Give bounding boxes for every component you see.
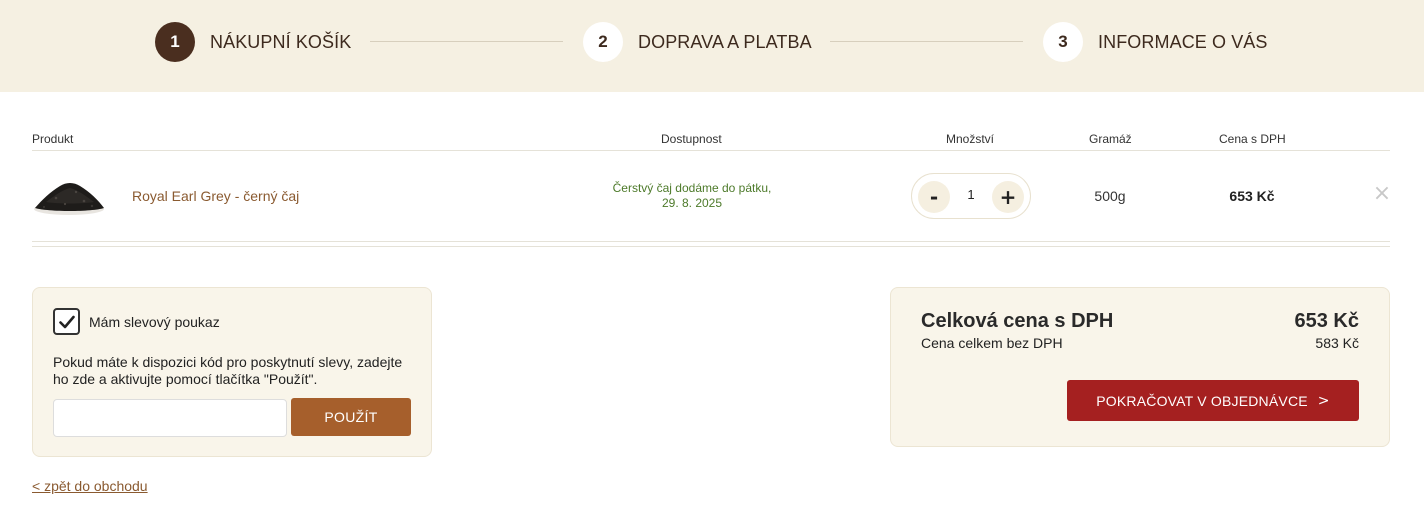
voucher-checkbox[interactable] <box>53 308 80 335</box>
table-row: Royal Earl Grey - černý čaj Čerstvý čaj … <box>32 151 1392 242</box>
header-weight: Gramáž <box>1089 132 1132 146</box>
checkmark-icon <box>58 315 75 328</box>
voucher-checkbox-label: Mám slevový poukaz <box>89 314 220 330</box>
increase-quantity-button[interactable]: + <box>992 181 1024 213</box>
step-cart[interactable]: 1 NÁKUPNÍ KOŠÍK <box>155 22 351 62</box>
chevron-right-icon: > <box>1317 392 1330 409</box>
back-to-shop-link[interactable]: < zpět do obchodu <box>32 478 148 494</box>
step-label: DOPRAVA A PLATBA <box>638 31 812 52</box>
step-number: 2 <box>583 22 623 62</box>
voucher-box: Mám slevový poukaz Pokud máte k dispozic… <box>32 287 432 457</box>
header-product: Produkt <box>32 132 74 146</box>
apply-voucher-button[interactable]: POUŽÍT <box>291 398 411 436</box>
divider <box>32 246 1390 247</box>
product-price: 653 Kč <box>1229 188 1275 204</box>
step-label: NÁKUPNÍ KOŠÍK <box>210 31 352 52</box>
step-customer-info[interactable]: 3 INFORMACE O VÁS <box>1043 22 1268 62</box>
step-number: 3 <box>1043 22 1083 62</box>
availability-text: Čerstvý čaj dodáme do pátku, 29. 8. 2025 <box>592 181 792 211</box>
step-divider <box>370 41 563 42</box>
quantity-input[interactable] <box>952 187 990 202</box>
subtotal-price: 583 Kč <box>1315 335 1359 351</box>
product-weight: 500g <box>1094 188 1126 204</box>
availability-line: Čerstvý čaj dodáme do pátku, <box>612 181 772 195</box>
close-icon[interactable]: × <box>1372 183 1392 205</box>
step-label: INFORMACE O VÁS <box>1098 31 1268 52</box>
header-availability: Dostupnost <box>661 132 722 146</box>
quantity-stepper: - + <box>911 173 1031 219</box>
cart-table-header: Produkt Dostupnost Množství Gramáž Cena … <box>32 130 1390 151</box>
voucher-code-input[interactable] <box>53 399 287 437</box>
step-divider <box>830 41 1023 42</box>
checkout-steps: 1 NÁKUPNÍ KOŠÍK 2 DOPRAVA A PLATBA 3 INF… <box>0 0 1424 92</box>
decrease-quantity-button[interactable]: - <box>918 181 950 213</box>
availability-date: 29. 8. 2025 <box>661 196 723 210</box>
total-price: 653 Kč <box>1294 310 1360 332</box>
continue-button-label: POKRAČOVAT V OBJEDNÁVCE <box>1096 392 1308 409</box>
product-image[interactable] <box>32 174 106 216</box>
total-title: Celková cena s DPH <box>921 310 1114 332</box>
header-price: Cena s DPH <box>1219 132 1286 146</box>
step-shipping-payment[interactable]: 2 DOPRAVA A PLATBA <box>583 22 812 62</box>
order-summary: Celková cena s DPH 653 Kč Cena celkem be… <box>890 287 1390 447</box>
header-quantity: Množství <box>946 132 995 146</box>
voucher-description: Pokud máte k dispozici kód pro poskytnut… <box>53 354 403 387</box>
product-name-link[interactable]: Royal Earl Grey - černý čaj <box>132 188 299 204</box>
step-number: 1 <box>155 22 195 62</box>
continue-order-button[interactable]: POKRAČOVAT V OBJEDNÁVCE > <box>1067 380 1359 421</box>
subtotal-label: Cena celkem bez DPH <box>921 335 1063 351</box>
